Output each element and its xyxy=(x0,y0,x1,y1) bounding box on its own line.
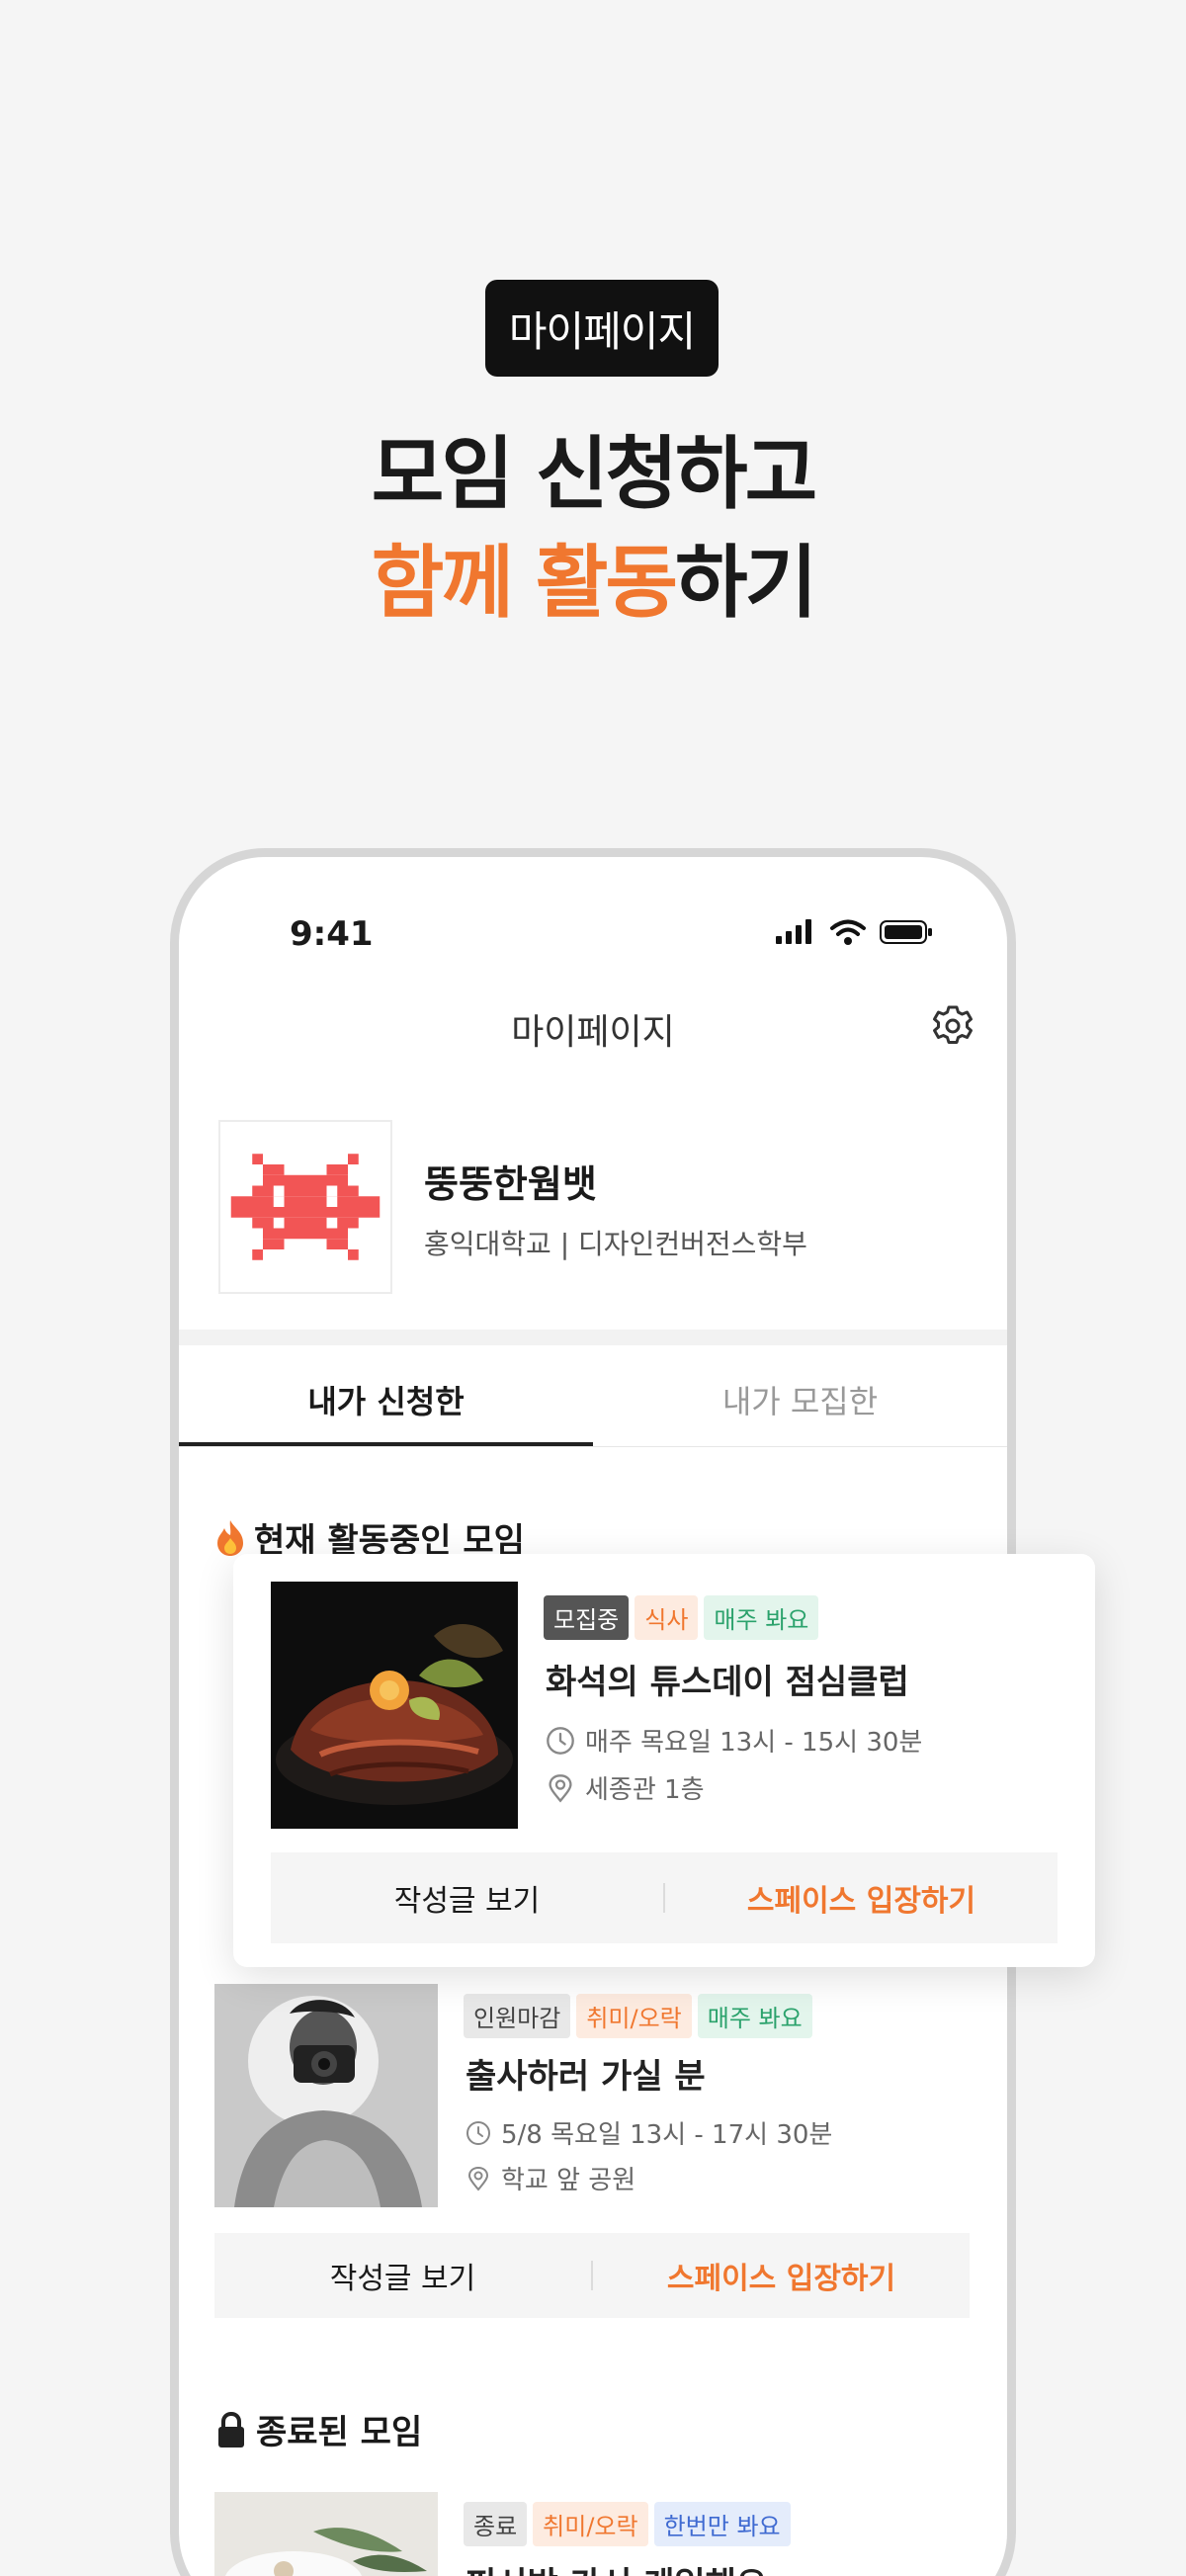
page-badge: 마이페이지 xyxy=(485,280,719,377)
card-3-tags: 종료 취미/오락 한번만 봐요 xyxy=(464,2502,797,2546)
headline-accent: 함께 활동 xyxy=(371,537,678,629)
tab-applied[interactable]: 내가 신청한 xyxy=(179,1367,593,1446)
card-2-tag-frequency: 매주 봐요 xyxy=(697,1994,812,2038)
card-1-tags: 모집중 식사 매주 봐요 xyxy=(544,1595,824,1640)
fire-icon xyxy=(217,1519,243,1556)
card-3-title[interactable]: 피시방 가서 게임해요 xyxy=(466,2557,767,2576)
card-1-time: 매주 목요일 13시 - 15시 30분 xyxy=(546,1722,922,1759)
card-2-title[interactable]: 출사하러 가실 분 xyxy=(466,2049,706,2098)
lock-icon xyxy=(218,2411,244,2447)
settings-button[interactable] xyxy=(930,1003,975,1049)
card-1-tag-status: 모집중 xyxy=(544,1595,630,1640)
card-2-time-text: 5/8 목요일 13시 - 17시 30분 xyxy=(501,2120,833,2150)
profile-name: 뚱뚱한웜뱃 xyxy=(424,1162,597,1206)
battery-icon xyxy=(880,920,932,944)
card-1-time-text: 매주 목요일 13시 - 15시 30분 xyxy=(585,1728,923,1758)
card-3-tag-frequency: 한번만 봐요 xyxy=(653,2502,791,2546)
clock-icon xyxy=(466,2120,490,2145)
card-3-tag-status: 종료 xyxy=(464,2502,528,2546)
section-divider xyxy=(179,1330,1007,1345)
avatar xyxy=(218,1120,392,1294)
card-1-actions: 작성글 보기 스페이스 입장하기 xyxy=(271,1852,1058,1943)
status-icons xyxy=(774,918,934,946)
photographer-photo xyxy=(214,1984,438,2207)
card-2-view-post-button[interactable]: 작성글 보기 xyxy=(214,2254,591,2297)
tab-divider xyxy=(179,1446,1007,1447)
section-ended-title: 종료된 모임 xyxy=(214,2405,422,2453)
card-1-tag-category: 식사 xyxy=(635,1595,699,1640)
card-1-place-text: 세종관 1층 xyxy=(585,1775,705,1805)
card-2-actions: 작성글 보기 스페이스 입장하기 xyxy=(214,2233,970,2318)
card-2-image[interactable] xyxy=(214,1984,438,2207)
gear-icon xyxy=(933,1005,973,1044)
card-1-enter-space-button[interactable]: 스페이스 입장하기 xyxy=(665,1876,1058,1920)
profile-school: 홍익대학교 | 디자인컨버전스학부 xyxy=(424,1228,807,1260)
location-pin-icon xyxy=(467,2166,489,2191)
card-2-place-text: 학교 앞 공원 xyxy=(501,2166,636,2195)
card-2-tag-status: 인원마감 xyxy=(464,1994,571,2038)
card-3-image[interactable] xyxy=(214,2492,438,2576)
clock-icon xyxy=(547,1726,574,1755)
card-1-tag-frequency: 매주 봐요 xyxy=(704,1595,819,1640)
card-2-place: 학교 앞 공원 xyxy=(466,2160,635,2196)
section-ended-label: 종료된 모임 xyxy=(256,2413,423,2452)
location-pin-icon xyxy=(549,1773,572,1802)
headline-line2: 함께 활동하기 xyxy=(0,534,1186,633)
headline-rest: 하기 xyxy=(675,537,817,629)
card-1[interactable]: 모집중 식사 매주 봐요 화석의 튜스데이 점심클럽 매주 목요일 13시 - 15… xyxy=(233,1554,1095,1967)
card-1-title[interactable]: 화석의 튜스데이 점심클럽 xyxy=(546,1655,909,1703)
pixel-crab-icon xyxy=(230,1154,381,1260)
card-1-view-post-button[interactable]: 작성글 보기 xyxy=(271,1876,663,1920)
card-1-place: 세종관 1층 xyxy=(546,1769,705,1806)
wifi-icon xyxy=(830,919,866,945)
headline-line1: 모임 신청하고 xyxy=(371,428,817,520)
card-2-tags: 인원마감 취미/오락 매주 봐요 xyxy=(464,1994,818,2038)
card-2-time: 5/8 목요일 13시 - 17시 30분 xyxy=(466,2114,832,2151)
page-title: 마이페이지 xyxy=(511,1012,675,1053)
card-2-enter-space-button[interactable]: 스페이스 입장하기 xyxy=(593,2254,970,2297)
food-photo xyxy=(214,2492,438,2576)
status-time: 9:41 xyxy=(290,914,374,954)
card-1-image[interactable] xyxy=(271,1582,518,1829)
steak-photo xyxy=(271,1582,518,1829)
card-3-tag-category: 취미/오락 xyxy=(533,2502,648,2546)
card-2-tag-category: 취미/오락 xyxy=(576,1994,692,2038)
signal-icon xyxy=(776,919,811,944)
tab-recruited[interactable]: 내가 모집한 xyxy=(593,1367,1007,1446)
